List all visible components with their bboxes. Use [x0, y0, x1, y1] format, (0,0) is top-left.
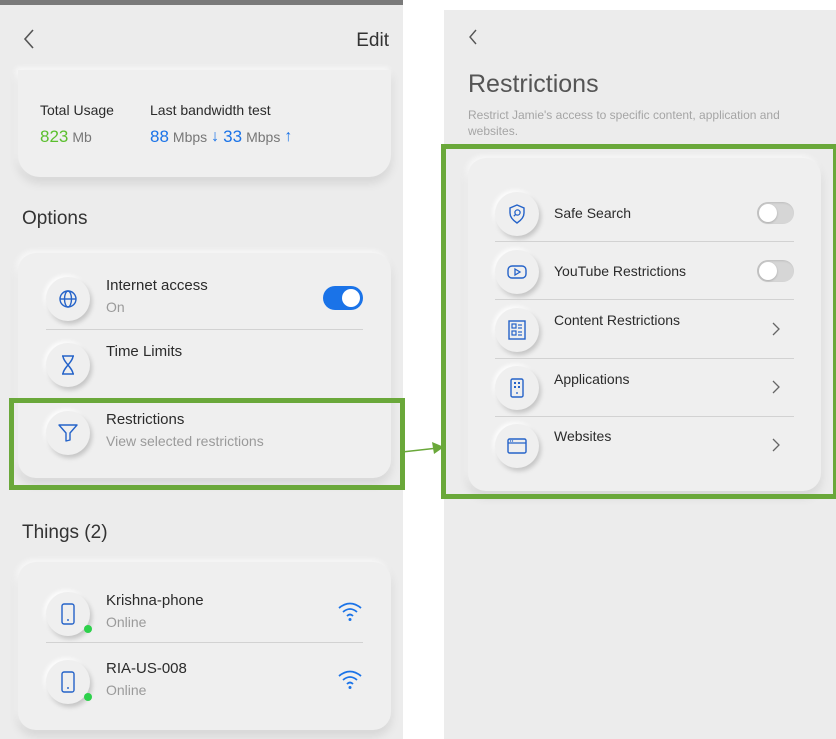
total-usage-label: Total Usage	[40, 102, 114, 118]
device-name: Krishna-phone	[106, 592, 204, 609]
globe-icon	[46, 277, 90, 321]
download-speed: 88	[150, 127, 169, 146]
chevron-left-icon	[469, 29, 477, 45]
divider	[46, 329, 363, 330]
usage-card: Total Usage 823 Mb Last bandwidth test 8…	[18, 70, 391, 177]
bandwidth-test: Last bandwidth test 88 Mbps ↓ 33 Mbps ↑	[150, 102, 292, 147]
page-description: Restrict Jamie's access to specific cont…	[468, 108, 780, 138]
option-title: Internet access	[106, 277, 208, 294]
restrictions-detail-highlight-box	[441, 144, 836, 499]
upload-unit: Mbps	[246, 129, 281, 145]
internet-access-toggle[interactable]	[323, 286, 363, 310]
total-usage-value: 823 Mb	[40, 127, 114, 147]
back-button[interactable]	[22, 28, 42, 52]
option-subtitle: On	[106, 299, 125, 315]
arrow-up-icon: ↑	[284, 128, 293, 145]
option-internet-access[interactable]: Internet access On	[46, 273, 363, 337]
download-unit: Mbps	[172, 129, 208, 145]
chevron-left-icon	[23, 29, 34, 49]
wifi-icon	[338, 670, 362, 689]
device-name: RIA-US-008	[106, 660, 187, 677]
bandwidth-label: Last bandwidth test	[150, 102, 271, 118]
online-indicator	[84, 693, 92, 701]
phone-icon	[46, 660, 92, 704]
page-title: Restrictions	[468, 70, 599, 98]
device-row[interactable]: RIA-US-008 Online	[46, 656, 363, 720]
top-bar	[0, 0, 403, 5]
device-status: Online	[106, 682, 147, 698]
edit-button[interactable]: Edit	[356, 30, 389, 52]
composite-screenshot: Edit Total Usage 823 Mb Last bandwidth t…	[0, 0, 836, 739]
option-title: Time Limits	[106, 343, 183, 360]
online-indicator	[84, 625, 92, 633]
options-heading: Options	[22, 208, 88, 229]
child-profile-screen: Edit Total Usage 823 Mb Last bandwidth t…	[0, 0, 403, 739]
divider	[46, 642, 363, 643]
total-usage: Total Usage 823 Mb	[40, 102, 114, 147]
upload-speed: 33	[223, 127, 243, 146]
things-heading: Things (2)	[22, 522, 108, 543]
restrictions-highlight-box	[9, 398, 405, 490]
total-usage-number: 823	[40, 127, 69, 146]
back-button[interactable]	[468, 28, 478, 52]
hourglass-icon	[46, 343, 90, 387]
bandwidth-value: 88 Mbps ↓ 33 Mbps ↑	[150, 127, 292, 147]
things-card: Krishna-phone Online RIA-US-008 Online	[18, 562, 391, 730]
total-usage-unit: Mb	[72, 129, 92, 145]
option-time-limits[interactable]: Time Limits	[46, 339, 363, 403]
arrow-down-icon: ↓	[211, 128, 220, 145]
wifi-icon	[338, 602, 362, 621]
phone-icon	[46, 592, 92, 636]
device-status: Online	[106, 614, 147, 630]
